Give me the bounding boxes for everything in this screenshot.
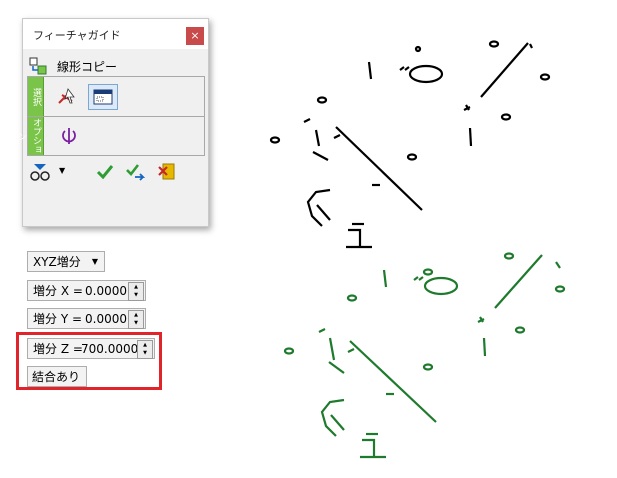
rotate-axis-icon[interactable] <box>58 126 80 149</box>
dialog-toolbar: ▼ <box>27 162 204 184</box>
copied-geometry[interactable] <box>283 252 566 459</box>
dialog-titlebar[interactable]: フィーチャガイド × <box>23 19 208 49</box>
tab-selection[interactable]: 選択 <box>28 77 44 117</box>
increment-y-spinner[interactable]: ▲ ▼ <box>128 310 144 329</box>
tab-options[interactable]: オプション <box>16 117 44 155</box>
increment-y-label: 増分 Y = <box>33 312 83 326</box>
mode-dropdown-value: XYZ増分 <box>33 255 81 269</box>
increment-y-field[interactable]: 増分 Y = 0.0000 ▲ ▼ <box>27 308 146 329</box>
highlight-frame <box>16 332 162 390</box>
options-section: オプション <box>16 116 205 156</box>
dropdown-arrow-icon[interactable]: ▼ <box>59 166 65 175</box>
close-button[interactable]: × <box>186 27 204 45</box>
mode-dropdown[interactable]: XYZ増分 ▼ <box>27 251 105 272</box>
chevron-down-icon: ▼ <box>91 257 98 266</box>
increment-x-value[interactable]: 0.0000 <box>85 281 127 301</box>
original-geometry[interactable] <box>269 40 551 249</box>
command-label: 線形コピー <box>57 60 118 74</box>
window-select-icon <box>93 89 113 108</box>
cad-viewport[interactable] <box>260 30 590 470</box>
dialog-title: フィーチャガイド <box>33 29 121 42</box>
window-select-button[interactable] <box>88 84 118 110</box>
selection-section: 選択 <box>27 76 205 118</box>
feature-guide-dialog: フィーチャガイド × 線形コピー 選択 オプション ▼ <box>16 18 209 227</box>
increment-x-label: 増分 X = <box>33 284 83 298</box>
cancel-exit-icon[interactable] <box>157 162 177 185</box>
linear-copy-icon <box>29 57 47 78</box>
increment-x-spinner[interactable]: ▲ ▼ <box>128 282 144 301</box>
increment-x-field[interactable]: 増分 X = 0.0000 ▲ ▼ <box>27 280 146 301</box>
select-cursor-icon[interactable] <box>56 87 78 110</box>
snap-point-icon[interactable] <box>29 162 51 185</box>
increment-y-value[interactable]: 0.0000 <box>85 309 127 329</box>
ok-check-icon[interactable] <box>95 162 115 185</box>
apply-check-icon[interactable] <box>125 162 147 185</box>
